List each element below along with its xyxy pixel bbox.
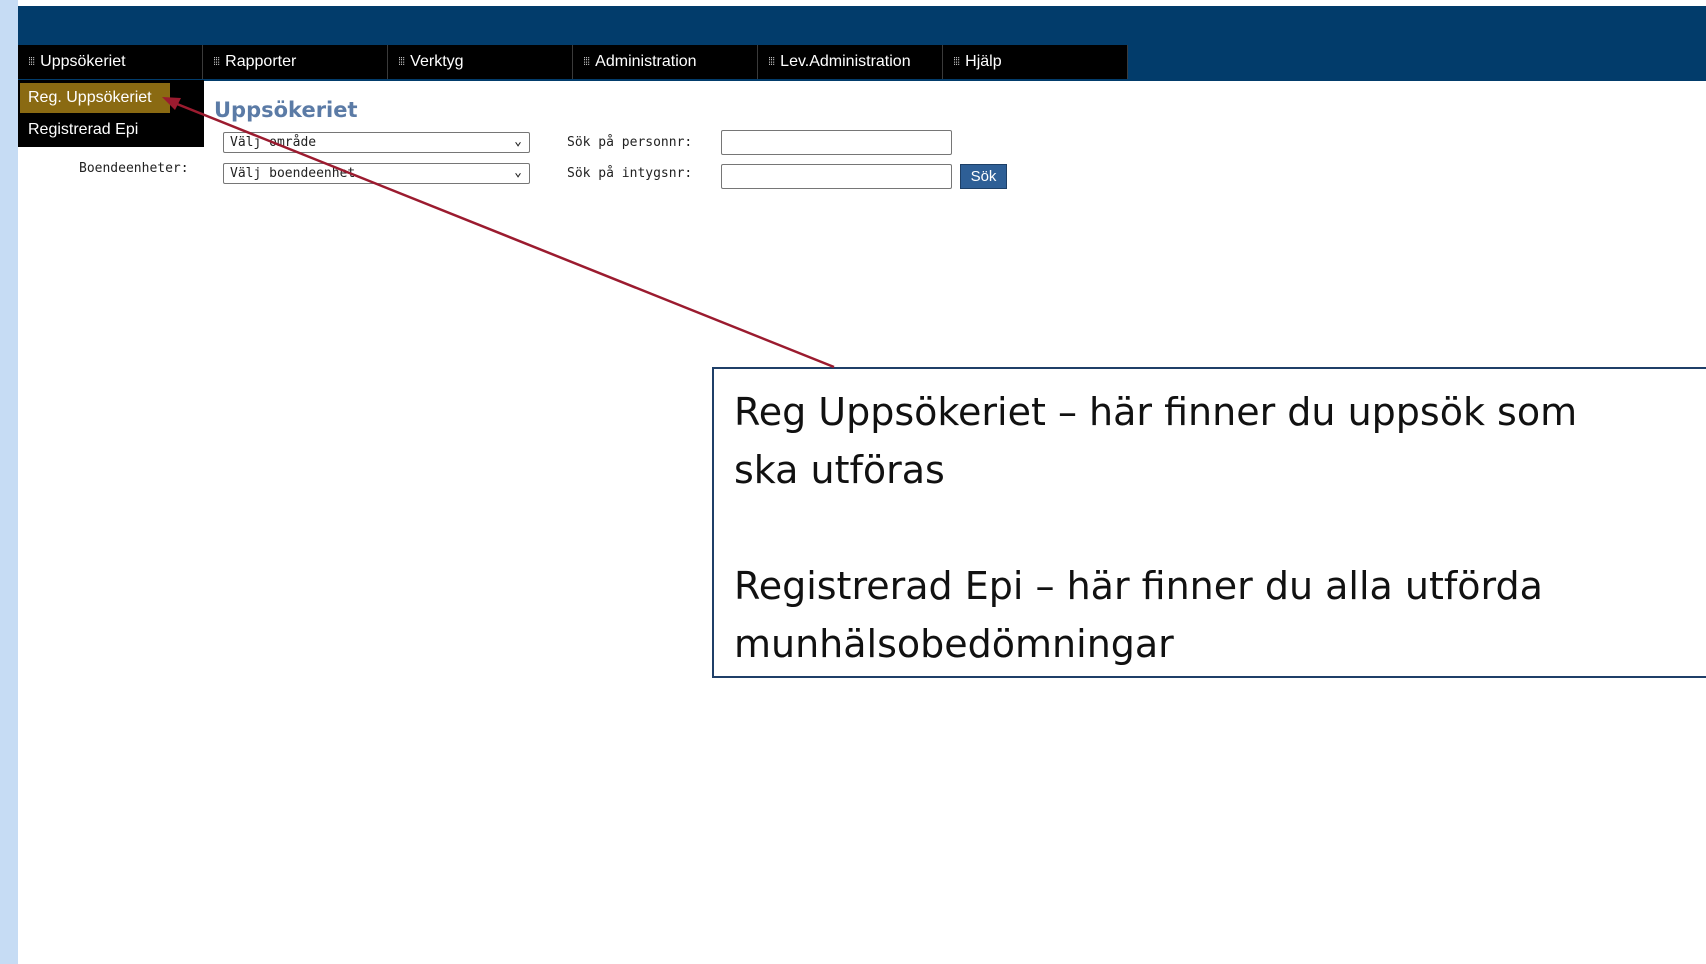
annotation-arrow	[162, 97, 835, 369]
arrow-line	[171, 100, 835, 369]
arrow-head-icon	[162, 97, 181, 110]
